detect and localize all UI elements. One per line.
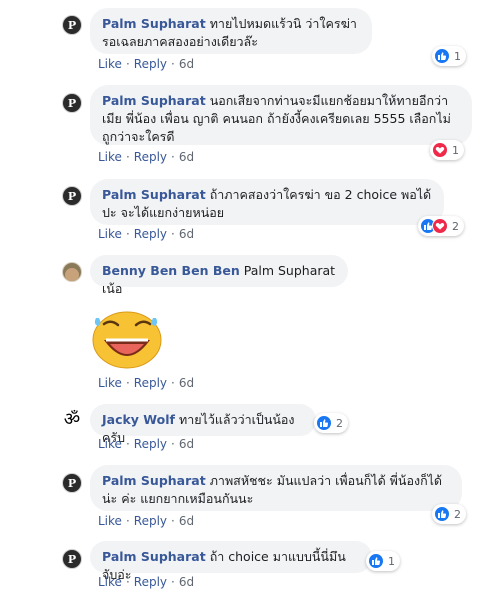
avatar[interactable] — [62, 549, 82, 569]
separator-dot: · — [125, 514, 130, 528]
reaction-count: 1 — [452, 143, 459, 157]
comment-actions: Like · Reply · 6d — [98, 149, 194, 165]
comment-bubble: Palm Supharat ทายไปหมดแร้วนิ ว่าใครฆ่า รอ… — [90, 8, 372, 54]
timestamp[interactable]: 6d — [179, 57, 194, 71]
author-name[interactable]: Palm Supharat — [102, 93, 206, 108]
reaction-count: 1 — [388, 554, 395, 568]
comment-actions: Like · Reply · 6d — [98, 56, 194, 72]
comment-bubble: Palm Supharat ถ้าภาคสองว่าใครฆ่า ขอ 2 cho… — [90, 179, 444, 225]
reply-link[interactable]: Reply — [134, 575, 167, 589]
reaction-summary[interactable]: 1 — [430, 140, 464, 160]
reaction-summary[interactable]: 1 — [366, 551, 400, 571]
avatar[interactable] — [62, 93, 82, 113]
like-link[interactable]: Like — [98, 150, 122, 164]
reply-link[interactable]: Reply — [134, 227, 167, 241]
heart-icon — [432, 142, 448, 158]
avatar[interactable] — [62, 186, 82, 206]
comment-bubble: Palm Supharat ภาพสหัชชะ มันแปลว่า เพื่อนก… — [90, 465, 462, 511]
timestamp[interactable]: 6d — [179, 575, 194, 589]
like-link[interactable]: Like — [98, 437, 122, 451]
avatar-face — [65, 268, 79, 281]
separator-dot: · — [171, 227, 175, 241]
separator-dot: · — [125, 575, 130, 589]
avatar[interactable] — [62, 262, 82, 282]
reaction-summary[interactable]: 2 — [432, 504, 466, 524]
like-link[interactable]: Like — [98, 227, 122, 241]
separator-dot: · — [125, 57, 130, 71]
comment-bubble: Palm Supharat นอกเสียจากท่านจะมีแยกช้อยมา… — [90, 85, 472, 145]
comment-actions: Like · Reply · 6d — [98, 436, 194, 452]
separator-dot: · — [125, 150, 130, 164]
comment-bubble: Jacky Wolf ทายไว้แล้วว่าเป็นน้องครับ — [90, 404, 316, 445]
thumbs-up-icon — [434, 48, 450, 64]
avatar[interactable] — [62, 473, 82, 493]
author-name[interactable]: Palm Supharat — [102, 16, 206, 31]
separator-dot: · — [171, 575, 175, 589]
separator-dot: · — [171, 376, 175, 390]
reaction-summary[interactable]: 2 — [314, 413, 348, 433]
reply-link[interactable]: Reply — [134, 514, 167, 528]
author-name[interactable]: Palm Supharat — [102, 549, 206, 564]
author-name[interactable]: Benny Ben Ben Ben — [102, 263, 240, 278]
reaction-summary[interactable]: 2 — [418, 216, 464, 236]
reaction-count: 2 — [336, 416, 343, 430]
comment-actions: Like · Reply · 6d — [98, 375, 194, 391]
like-link[interactable]: Like — [98, 575, 122, 589]
separator-dot: · — [171, 150, 175, 164]
comment-actions: Like · Reply · 6d — [98, 513, 194, 529]
reaction-summary[interactable]: 1 — [432, 46, 466, 66]
comment-actions: Like · Reply · 6d — [98, 226, 194, 242]
like-link[interactable]: Like — [98, 376, 122, 390]
separator-dot: · — [125, 376, 130, 390]
separator-dot: · — [125, 437, 130, 451]
reply-link[interactable]: Reply — [134, 57, 167, 71]
reply-link[interactable]: Reply — [134, 376, 167, 390]
author-name[interactable]: Jacky Wolf — [102, 412, 175, 427]
reaction-count: 2 — [454, 507, 461, 521]
reaction-count: 1 — [454, 49, 461, 63]
separator-dot: · — [171, 57, 175, 71]
like-link[interactable]: Like — [98, 514, 122, 528]
author-name[interactable]: Palm Supharat — [102, 473, 206, 488]
comment-bubble: Benny Ben Ben Ben Palm Supharat เน้อ — [90, 255, 348, 296]
timestamp[interactable]: 6d — [179, 514, 194, 528]
timestamp[interactable]: 6d — [179, 150, 194, 164]
heart-icon — [432, 218, 448, 234]
separator-dot: · — [171, 514, 175, 528]
laughing-face-sticker — [90, 302, 164, 370]
reply-link[interactable]: Reply — [134, 437, 167, 451]
reply-link[interactable]: Reply — [134, 150, 167, 164]
avatar[interactable] — [62, 15, 82, 35]
reaction-count: 2 — [452, 219, 459, 233]
separator-dot: · — [125, 227, 130, 241]
comment-actions: Like · Reply · 6d — [98, 574, 194, 590]
timestamp[interactable]: 6d — [179, 437, 194, 451]
thumbs-up-icon — [316, 415, 332, 431]
author-name[interactable]: Palm Supharat — [102, 187, 206, 202]
timestamp[interactable]: 6d — [179, 376, 194, 390]
comment-bubble: Palm Supharat ถ้า choice มาแบบนี้นี่มึนจั… — [90, 541, 372, 582]
like-link[interactable]: Like — [98, 57, 122, 71]
thumbs-up-icon — [368, 553, 384, 569]
thumbs-up-icon — [434, 506, 450, 522]
separator-dot: · — [171, 437, 175, 451]
om-symbol-icon: ॐ — [63, 409, 81, 430]
avatar[interactable]: ॐ — [62, 410, 82, 430]
timestamp[interactable]: 6d — [179, 227, 194, 241]
